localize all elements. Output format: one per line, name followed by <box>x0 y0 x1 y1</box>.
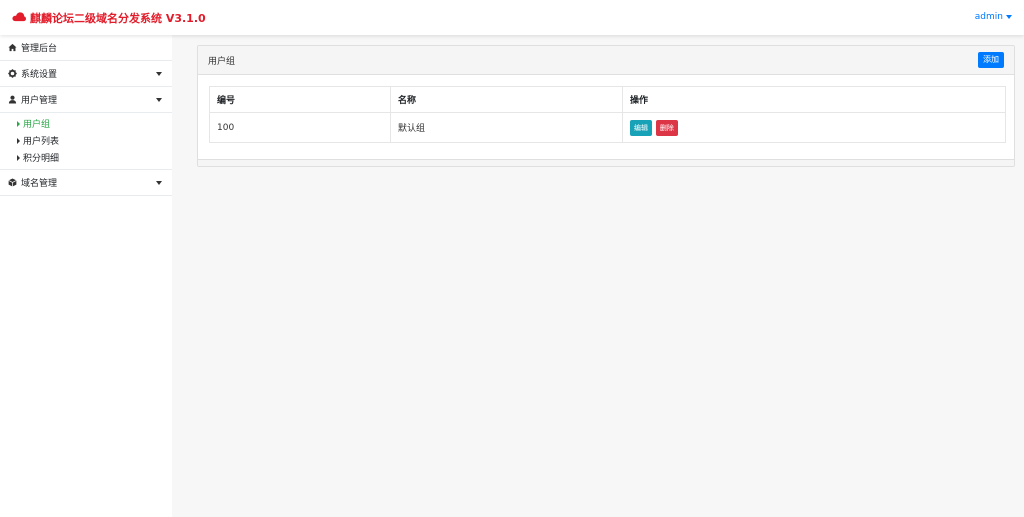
user-group-table: 编号 名称 操作 100 默认组 编辑 删除 <box>209 86 1006 143</box>
sidebar-item-settings[interactable]: 系统设置 <box>0 61 172 87</box>
chevron-down-icon <box>156 72 162 76</box>
caret-right-icon <box>17 154 20 161</box>
user-submenu: 用户组 用户列表 积分明细 <box>0 113 172 170</box>
gear-icon <box>8 68 18 79</box>
chevron-down-icon <box>1006 15 1012 19</box>
top-navbar: 麒麟论坛二级域名分发系统 V3.1.0 admin <box>0 0 1024 35</box>
chevron-down-icon <box>156 181 162 185</box>
cloud-icon <box>12 11 30 25</box>
brand[interactable]: 麒麟论坛二级域名分发系统 V3.1.0 <box>12 10 206 26</box>
sidebar-item-dashboard[interactable]: 管理后台 <box>0 35 172 61</box>
submenu-item-points[interactable]: 积分明细 <box>0 149 172 166</box>
user-icon <box>8 95 18 105</box>
chevron-down-icon <box>156 98 162 102</box>
home-icon <box>8 43 18 53</box>
column-header-id: 编号 <box>209 86 391 113</box>
sidebar-item-users[interactable]: 用户管理 <box>0 87 172 113</box>
cell-name: 默认组 <box>390 112 623 143</box>
submenu-item-label: 用户组 <box>23 120 51 130</box>
column-header-name: 名称 <box>390 86 623 113</box>
cell-id: 100 <box>209 112 391 143</box>
submenu-item-label: 积分明细 <box>23 154 60 164</box>
delete-button[interactable]: 删除 <box>655 119 678 136</box>
cube-icon <box>8 177 18 188</box>
submenu-item-user-groups[interactable]: 用户组 <box>0 115 172 132</box>
sidebar-item-label: 用户管理 <box>21 96 58 106</box>
edit-button[interactable]: 编辑 <box>630 119 652 136</box>
user-menu[interactable]: admin <box>975 12 1012 22</box>
table-row: 100 默认组 编辑 删除 <box>209 112 1006 143</box>
sidebar-item-label: 系统设置 <box>21 70 58 80</box>
card-title: 用户组 <box>208 57 236 67</box>
sidebar-item-domains[interactable]: 域名管理 <box>0 170 172 196</box>
cell-actions: 编辑 删除 <box>622 112 1006 143</box>
table-header-row: 编号 名称 操作 <box>209 86 1006 113</box>
username: admin <box>974 12 1003 22</box>
sidebar-item-label: 域名管理 <box>21 179 58 189</box>
submenu-item-user-list[interactable]: 用户列表 <box>0 132 172 149</box>
column-header-actions: 操作 <box>622 86 1006 113</box>
sidebar: 管理后台 系统设置 用户管理 用户组 用户列表 积分明细 域名管理 <box>0 35 172 517</box>
sidebar-item-label: 管理后台 <box>21 44 58 54</box>
user-group-card: 用户组 添加 编号 名称 操作 100 默认组 编辑 删除 <box>197 45 1015 167</box>
main-content: 用户组 添加 编号 名称 操作 100 默认组 编辑 删除 <box>172 35 1024 517</box>
add-button[interactable]: 添加 <box>978 52 1004 68</box>
caret-right-icon <box>17 120 20 127</box>
card-header: 用户组 添加 <box>198 46 1014 75</box>
card-footer <box>198 159 1014 166</box>
caret-right-icon <box>17 137 20 144</box>
submenu-item-label: 用户列表 <box>23 137 60 147</box>
app-title: 麒麟论坛二级域名分发系统 V3.1.0 <box>30 12 206 25</box>
